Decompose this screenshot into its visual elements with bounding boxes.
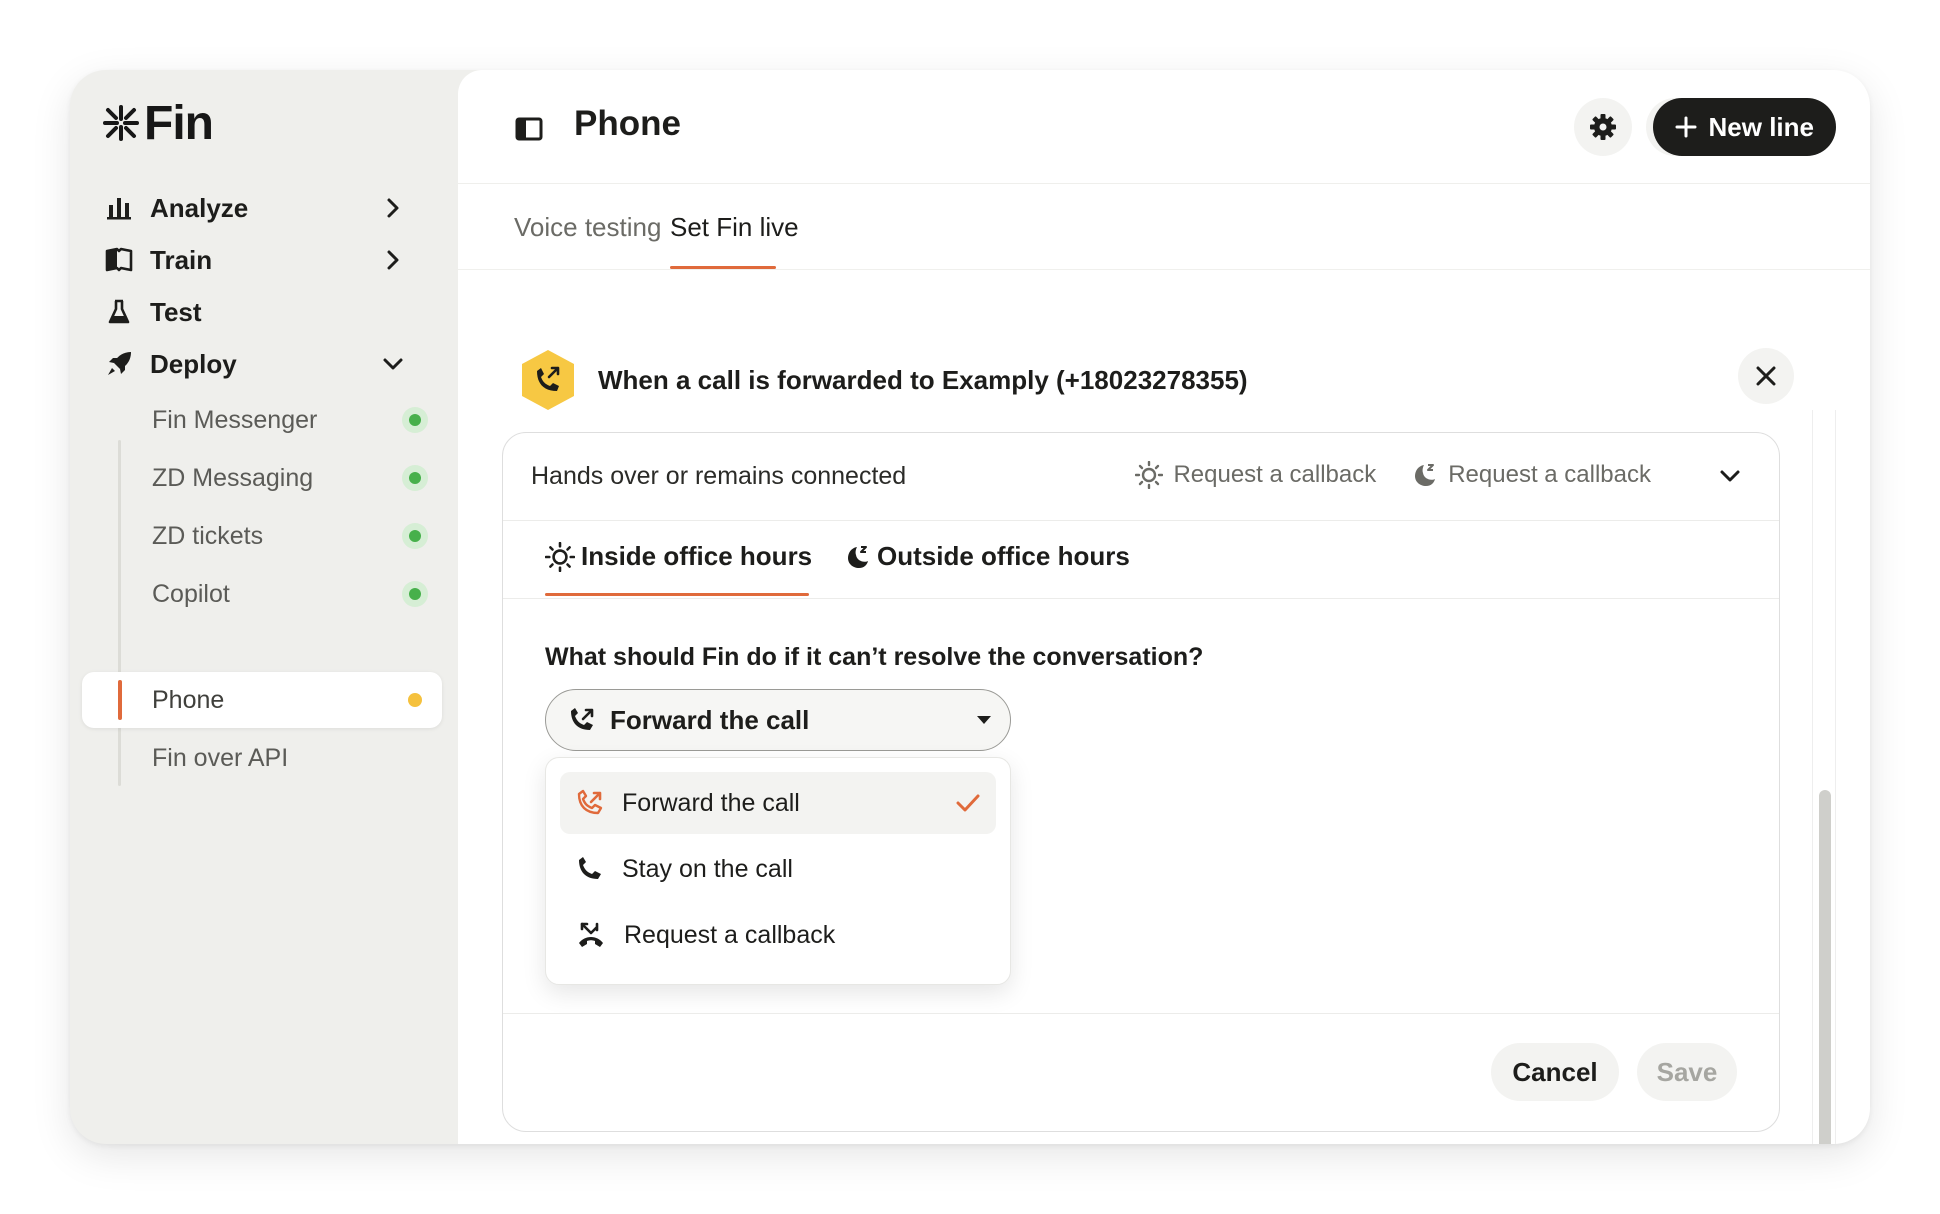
- question-label: What should Fin do if it can’t resolve t…: [545, 643, 1204, 671]
- option-request-a-callback[interactable]: Request a callback: [560, 904, 996, 966]
- chevron-right-icon: [387, 198, 399, 218]
- sidebar-item-label: Train: [150, 244, 213, 275]
- sidebar-item-train[interactable]: Train: [104, 232, 424, 288]
- card-summary: Request a callback Request a callback: [1135, 461, 1651, 489]
- scrollbar-thumb[interactable]: [1819, 790, 1831, 1144]
- sidebar-item-test[interactable]: Test: [104, 284, 424, 340]
- phone-forward-icon: [577, 789, 603, 815]
- action-select[interactable]: Forward the call: [545, 689, 1011, 751]
- phone-callback-icon: [579, 922, 603, 947]
- option-label: Forward the call: [622, 788, 800, 817]
- app-window: Fin Analyze Train Test Deploy Fin Messen…: [70, 70, 1870, 1144]
- flask-icon: [104, 297, 134, 327]
- card-title: Hands over or remains connected: [531, 462, 907, 490]
- sidebar-item-label: ZD Messaging: [152, 463, 314, 492]
- section-title: When a call is forwarded to Examply (+18…: [598, 364, 1248, 395]
- active-indicator: [118, 680, 122, 720]
- tab-set-fin-live[interactable]: Set Fin live: [670, 212, 799, 243]
- new-line-label: New line: [1708, 111, 1814, 142]
- inner-tab-label: Outside office hours: [877, 541, 1130, 571]
- close-icon: [1756, 366, 1776, 386]
- moon-icon: [848, 545, 868, 568]
- rocket-icon: [104, 349, 134, 379]
- close-button[interactable]: [1738, 348, 1794, 404]
- inner-tab-label: Inside office hours: [581, 541, 813, 571]
- new-line-button[interactable]: New line: [1652, 98, 1836, 156]
- section-header: When a call is forwarded to Examply (+18…: [518, 348, 1248, 412]
- sidebar-item-label: Fin Messenger: [152, 405, 318, 434]
- main-panel: Phone New line Voice testing Set Fin liv…: [458, 70, 1870, 1144]
- sidebar-item-deploy[interactable]: Deploy: [104, 336, 424, 392]
- save-button[interactable]: Save: [1637, 1043, 1737, 1101]
- bar-chart-icon: [104, 193, 134, 223]
- phone-icon: [579, 857, 601, 879]
- phone-forward-icon: [571, 708, 594, 730]
- sidebar-item-fin-over-api[interactable]: Fin over API: [82, 730, 442, 786]
- sidebar-item-zd-tickets[interactable]: ZD tickets: [82, 508, 442, 564]
- chevron-down-icon: [383, 358, 403, 370]
- page-header: Phone New line: [458, 70, 1870, 184]
- logo[interactable]: Fin: [102, 96, 214, 150]
- scrollbar[interactable]: [1812, 410, 1836, 1144]
- select-value: Forward the call: [610, 704, 810, 735]
- check-icon: [956, 794, 980, 812]
- status-live-dot: [402, 465, 428, 491]
- fin-asterisk-icon: [103, 105, 139, 141]
- sidebar-item-label: Test: [150, 296, 202, 327]
- chevron-right-icon: [387, 250, 399, 270]
- sidebar-item-label: Analyze: [150, 192, 249, 223]
- page-title: Phone: [574, 104, 681, 143]
- office-hours-tabs: Inside office hours Outside office hours: [503, 521, 1779, 599]
- action-dropdown-menu: Forward the call Stay on the call Reques…: [545, 757, 1011, 985]
- tab-voice-testing[interactable]: Voice testing: [514, 212, 661, 243]
- sidebar-item-label: Phone: [152, 685, 225, 714]
- sidebar-item-label: ZD tickets: [152, 521, 264, 550]
- status-pending-dot: [402, 687, 428, 713]
- option-forward-the-call[interactable]: Forward the call: [560, 772, 996, 834]
- sun-icon: [1135, 461, 1164, 489]
- sidebar-toggle-icon[interactable]: [514, 114, 544, 144]
- active-tab-indicator: [670, 266, 776, 269]
- tab-inside-office-hours[interactable]: Inside office hours: [545, 541, 812, 572]
- sidebar-item-label: Fin over API: [152, 743, 289, 772]
- sidebar-item-copilot[interactable]: Copilot: [82, 566, 442, 622]
- sidebar-item-label: Deploy: [150, 348, 237, 379]
- option-stay-on-the-call[interactable]: Stay on the call: [560, 838, 996, 900]
- sidebar-item-zd-messaging[interactable]: ZD Messaging: [82, 450, 442, 506]
- summary-outside-hours: Request a callback: [1448, 461, 1651, 488]
- option-label: Stay on the call: [622, 854, 793, 883]
- settings-button[interactable]: [1574, 98, 1632, 156]
- sidebar-item-label: Copilot: [152, 579, 230, 608]
- page-tabs: Voice testing Set Fin live: [458, 184, 1870, 270]
- logo-text: Fin: [144, 96, 214, 150]
- book-icon: [104, 245, 134, 275]
- summary-inside-hours: Request a callback: [1173, 461, 1377, 488]
- status-live-dot: [402, 581, 428, 607]
- active-inner-tab-indicator: [545, 593, 809, 596]
- sidebar: Fin Analyze Train Test Deploy Fin Messen…: [70, 70, 458, 1144]
- option-label: Request a callback: [624, 920, 836, 949]
- tab-outside-office-hours[interactable]: Outside office hours: [845, 541, 1130, 572]
- sidebar-item-phone[interactable]: Phone: [82, 672, 442, 728]
- status-live-dot: [402, 523, 428, 549]
- chevron-down-icon[interactable]: [1717, 463, 1743, 489]
- sun-icon: [545, 541, 575, 572]
- plus-icon: [1675, 116, 1697, 138]
- caret-down-icon: [977, 716, 991, 724]
- sidebar-item-analyze[interactable]: Analyze: [104, 180, 424, 236]
- moon-icon: [1415, 464, 1436, 486]
- gear-icon: [1590, 114, 1616, 140]
- sidebar-item-fin-messenger[interactable]: Fin Messenger: [82, 392, 442, 448]
- status-live-dot: [402, 407, 428, 433]
- cancel-button[interactable]: Cancel: [1491, 1043, 1619, 1101]
- phone-forward-badge-icon: [518, 348, 578, 412]
- call-handling-card: Hands over or remains connected Request …: [502, 432, 1780, 1132]
